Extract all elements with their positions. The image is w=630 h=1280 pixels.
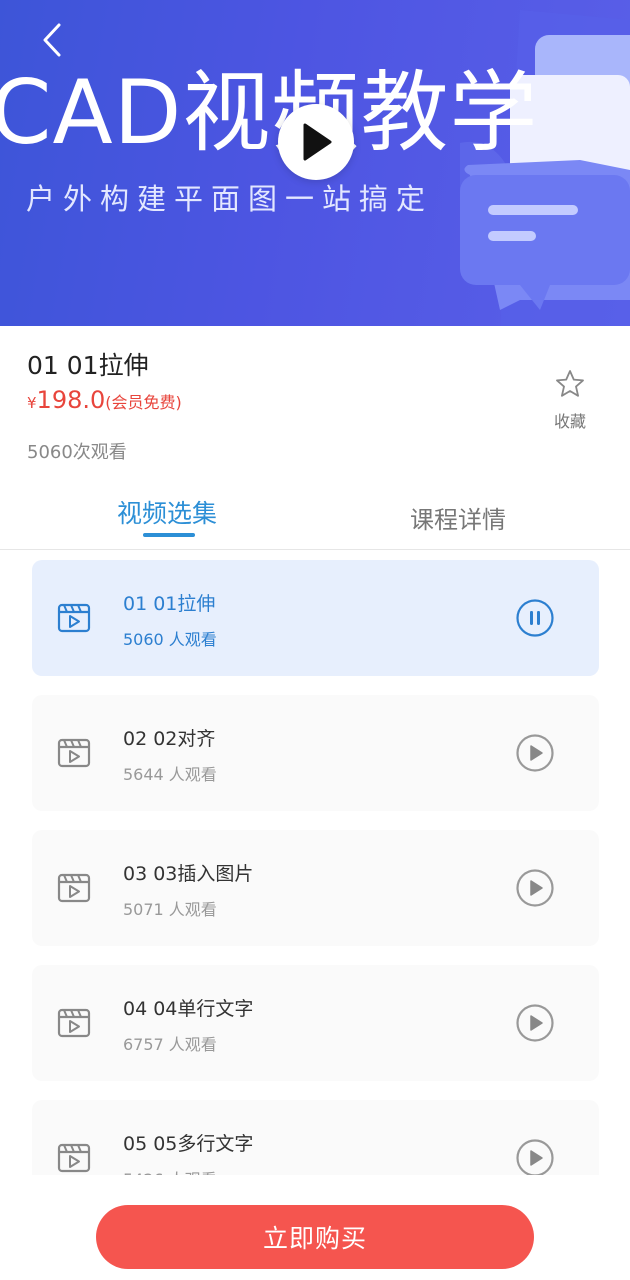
course-video-banner[interactable]: CAD视频教学 户外构建平面图一站搞定: [0, 0, 630, 326]
episode-title: 04 04单行文字: [123, 998, 254, 1020]
buy-now-button[interactable]: 立即购买: [96, 1205, 534, 1269]
episode-views: 5071 人观看: [123, 900, 217, 919]
episode-item[interactable]: 03 03插入图片 5071 人观看: [32, 830, 599, 946]
video-clip-icon: [57, 1143, 91, 1173]
episode-item[interactable]: 05 05多行文字 5426 人观看: [32, 1100, 599, 1175]
back-button[interactable]: [32, 20, 72, 60]
banner-title: CAD视频教学: [0, 61, 539, 164]
tab-bar: 视频选集 课程详情: [0, 480, 630, 550]
chevron-left-icon: [43, 23, 61, 57]
episode-list[interactable]: 01 01拉伸 5060 人观看 02 02对齐 5644 人观看 03 03插…: [0, 551, 630, 1175]
bottom-action-bar: 立即购买: [0, 1175, 630, 1280]
price-value: 198.0: [36, 386, 106, 414]
play-circle-icon[interactable]: [516, 1004, 554, 1042]
view-count: 5060次观看: [27, 442, 127, 463]
course-info: 01 01拉伸 ¥198.0(会员免费) 5060次观看 收藏: [0, 326, 630, 476]
episode-views: 5426 人观看: [123, 1166, 217, 1175]
episode-item[interactable]: 04 04单行文字 6757 人观看: [32, 965, 599, 1081]
video-clip-icon: [57, 738, 91, 768]
favorite-label: 收藏: [553, 412, 586, 431]
active-tab-indicator: [143, 533, 195, 537]
episode-title: 02 02对齐: [123, 728, 216, 750]
video-clip-icon: [57, 873, 91, 903]
member-free-note: (会员免费): [105, 393, 182, 412]
play-icon: [303, 123, 332, 161]
play-video-button[interactable]: [278, 104, 354, 180]
episode-item[interactable]: 01 01拉伸 5060 人观看: [32, 560, 599, 676]
episode-title: 05 05多行文字: [123, 1133, 254, 1155]
price: ¥198.0(会员免费): [27, 386, 182, 414]
video-clip-icon: [57, 1008, 91, 1038]
episode-title: 01 01拉伸: [123, 593, 216, 615]
tab-episodes[interactable]: 视频选集: [117, 494, 217, 530]
episode-views: 6757 人观看: [123, 1035, 217, 1054]
tab-course-details[interactable]: 课程详情: [410, 500, 506, 535]
banner-subtitle: 户外构建平面图一站搞定: [26, 182, 434, 216]
play-circle-icon[interactable]: [516, 869, 554, 907]
star-icon: [556, 370, 584, 397]
course-title: 01 01拉伸: [27, 351, 149, 380]
video-clip-icon: [57, 603, 91, 633]
price-symbol: ¥: [27, 394, 37, 412]
play-circle-icon[interactable]: [516, 1139, 554, 1175]
episode-title: 03 03插入图片: [123, 863, 254, 885]
pause-icon[interactable]: [516, 599, 554, 637]
play-circle-icon[interactable]: [516, 734, 554, 772]
episode-item[interactable]: 02 02对齐 5644 人观看: [32, 695, 599, 811]
episode-views: 5644 人观看: [123, 765, 217, 784]
episode-views: 5060 人观看: [123, 630, 217, 649]
favorite-button[interactable]: 收藏: [540, 368, 600, 432]
